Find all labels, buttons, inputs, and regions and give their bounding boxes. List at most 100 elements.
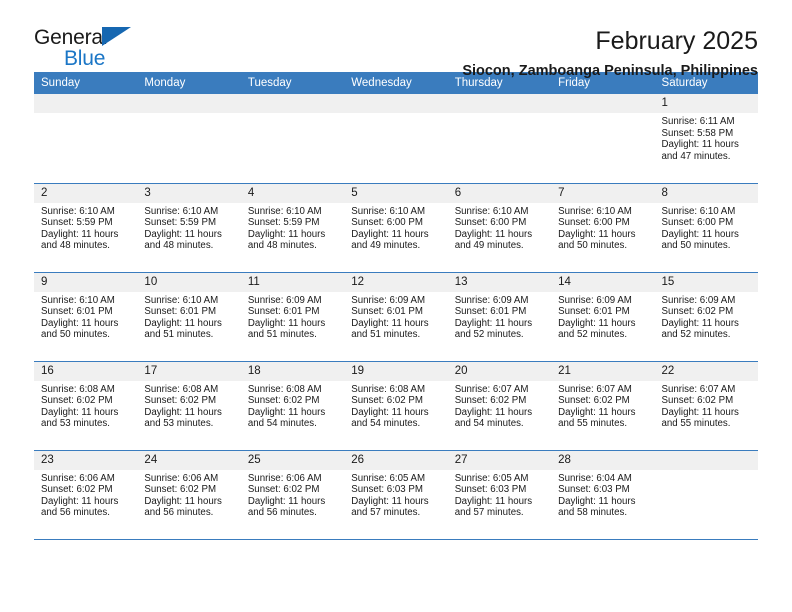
calendar-day-cell[interactable]: 15 Sunrise: 6:09 AM Sunset: 6:02 PM Dayligh… — [654, 272, 758, 362]
calendar-day-cell[interactable] — [551, 94, 655, 184]
day-content: 20 Sunrise: 6:07 AM Sunset: 6:02 PM Dayligh… — [447, 361, 552, 450]
calendar-day-cell[interactable]: 13 Sunrise: 6:09 AM Sunset: 6:01 PM Dayligh… — [447, 272, 552, 362]
day-content: 24 Sunrise: 6:06 AM Sunset: 6:02 PM Dayligh… — [137, 450, 241, 539]
day-content: 4 Sunrise: 6:10 AM Sunset: 5:59 PM Daylight… — [240, 183, 345, 272]
day-number: 20 — [447, 361, 552, 381]
day-number: 17 — [137, 361, 241, 381]
empty-day — [34, 94, 138, 183]
calendar-day-cell[interactable] — [137, 94, 241, 184]
calendar-day-cell[interactable]: 22 Sunrise: 6:07 AM Sunset: 6:02 PM Dayligh… — [654, 361, 758, 451]
day-content: 15 Sunrise: 6:09 AM Sunset: 6:02 PM Dayligh… — [654, 272, 758, 361]
calendar-day-cell[interactable] — [34, 94, 138, 184]
calendar-day-cell[interactable]: 14 Sunrise: 6:09 AM Sunset: 6:01 PM Dayligh… — [551, 272, 655, 362]
sunset-time: Sunset: 6:02 PM — [661, 395, 734, 407]
sunrise-time: Sunrise: 6:09 AM — [351, 294, 426, 306]
calendar-day-cell[interactable]: 5 Sunrise: 6:10 AM Sunset: 6:00 PM Daylight… — [344, 183, 448, 273]
calendar-day-cell[interactable]: 17 Sunrise: 6:08 AM Sunset: 6:02 PM Dayligh… — [137, 361, 241, 451]
sunrise-time: Sunrise: 6:06 AM — [41, 472, 115, 484]
empty-day — [240, 94, 345, 183]
day-content: 26 Sunrise: 6:05 AM Sunset: 6:03 PM Dayligh… — [344, 450, 448, 539]
day-number: 2 — [34, 183, 138, 203]
calendar-day-cell[interactable]: 10 Sunrise: 6:10 AM Sunset: 6:01 PM Dayligh… — [137, 272, 241, 362]
general-blue-logo[interactable]: General Blue — [34, 26, 138, 72]
calendar-day-cell[interactable]: 19 Sunrise: 6:08 AM Sunset: 6:02 PM Dayligh… — [344, 361, 448, 451]
sunset-time: Sunset: 6:00 PM — [351, 217, 423, 229]
daylight-duration-line1: Daylight: 11 hours — [351, 495, 429, 507]
sun-info: Sunrise: 6:07 AM Sunset: 6:02 PM Daylight:… — [655, 381, 758, 430]
daylight-duration-line2: and 48 minutes. — [41, 240, 110, 252]
calendar-day-cell[interactable]: 6 Sunrise: 6:10 AM Sunset: 6:00 PM Daylight… — [447, 183, 552, 273]
sunset-time: Sunset: 6:01 PM — [454, 306, 527, 318]
calendar-day-cell[interactable]: 28 Sunrise: 6:04 AM Sunset: 6:03 PM Dayligh… — [551, 450, 655, 540]
daylight-duration-line1: Daylight: 11 hours — [144, 317, 222, 329]
daylight-duration-line2: and 51 minutes. — [351, 329, 421, 341]
sunrise-time: Sunrise: 6:10 AM — [247, 205, 322, 217]
sunset-time: Sunset: 6:00 PM — [558, 217, 630, 229]
calendar-day-cell[interactable]: 26 Sunrise: 6:05 AM Sunset: 6:03 PM Dayligh… — [344, 450, 448, 540]
day-number: 19 — [344, 361, 448, 381]
calendar-day-cell[interactable]: 7 Sunrise: 6:10 AM Sunset: 6:00 PM Daylight… — [551, 183, 655, 273]
empty-day — [654, 450, 758, 539]
sun-info: Sunrise: 6:05 AM Sunset: 6:03 PM Daylight:… — [448, 470, 551, 519]
calendar-day-cell[interactable]: 11 Sunrise: 6:09 AM Sunset: 6:01 PM Dayligh… — [240, 272, 345, 362]
calendar-page: General Blue February 2025 Siocon, Zambo… — [0, 0, 792, 612]
weekday-header-sunday: Sunday — [34, 72, 138, 94]
calendar-day-cell[interactable]: 21 Sunrise: 6:07 AM Sunset: 6:02 PM Dayligh… — [551, 361, 655, 451]
daylight-duration-line1: Daylight: 11 hours — [41, 406, 119, 418]
sunrise-time: Sunrise: 6:07 AM — [661, 383, 736, 395]
daylight-duration-line2: and 50 minutes. — [558, 240, 628, 252]
calendar-day-cell[interactable] — [240, 94, 345, 184]
day-content: 28 Sunrise: 6:04 AM Sunset: 6:03 PM Dayligh… — [551, 450, 655, 539]
daylight-duration-line2: and 49 minutes. — [454, 240, 524, 252]
sunrise-time: Sunrise: 6:04 AM — [558, 472, 632, 484]
sunset-time: Sunset: 6:02 PM — [247, 395, 320, 407]
sunrise-time: Sunrise: 6:09 AM — [558, 294, 632, 306]
calendar-week-row: 2 Sunrise: 6:10 AM Sunset: 5:59 PM Daylight… — [34, 183, 758, 273]
calendar-day-cell[interactable]: 23 Sunrise: 6:06 AM Sunset: 6:02 PM Dayligh… — [34, 450, 138, 540]
sunset-time: Sunset: 6:02 PM — [247, 484, 320, 496]
daylight-duration-line2: and 53 minutes. — [41, 418, 110, 430]
calendar-day-cell[interactable]: 24 Sunrise: 6:06 AM Sunset: 6:02 PM Dayligh… — [137, 450, 241, 540]
sunrise-time: Sunrise: 6:11 AM — [661, 116, 735, 127]
day-number: 13 — [447, 272, 552, 292]
calendar-day-cell[interactable] — [447, 94, 552, 184]
sun-info: Sunrise: 6:08 AM Sunset: 6:02 PM Daylight:… — [34, 381, 137, 430]
calendar-day-cell[interactable]: 20 Sunrise: 6:07 AM Sunset: 6:02 PM Dayligh… — [447, 361, 552, 451]
day-content: 11 Sunrise: 6:09 AM Sunset: 6:01 PM Dayligh… — [240, 272, 345, 361]
calendar-day-cell[interactable]: 18 Sunrise: 6:08 AM Sunset: 6:02 PM Dayligh… — [240, 361, 345, 451]
day-content: 10 Sunrise: 6:10 AM Sunset: 6:01 PM Dayligh… — [137, 272, 241, 361]
sun-info: Sunrise: 6:04 AM Sunset: 6:03 PM Daylight:… — [551, 470, 654, 519]
page-header: General Blue February 2025 Siocon, Zambo… — [34, 0, 758, 79]
sunset-time: Sunset: 6:01 PM — [247, 306, 320, 318]
sunset-time: Sunset: 5:59 PM — [247, 217, 320, 229]
day-number: 22 — [654, 361, 758, 381]
calendar-day-cell[interactable]: 4 Sunrise: 6:10 AM Sunset: 5:59 PM Daylight… — [240, 183, 345, 273]
sunrise-time: Sunrise: 6:07 AM — [454, 383, 529, 395]
sunrise-time: Sunrise: 6:09 AM — [454, 294, 529, 306]
daylight-duration-line2: and 51 minutes. — [247, 329, 317, 341]
daylight-duration-line2: and 48 minutes. — [144, 240, 214, 252]
calendar-day-cell[interactable]: 3 Sunrise: 6:10 AM Sunset: 5:59 PM Daylight… — [137, 183, 241, 273]
calendar-day-cell[interactable]: 25 Sunrise: 6:06 AM Sunset: 6:02 PM Dayligh… — [240, 450, 345, 540]
day-content: 9 Sunrise: 6:10 AM Sunset: 6:01 PM Daylight… — [34, 272, 138, 361]
day-number: 16 — [34, 361, 138, 381]
day-content: 18 Sunrise: 6:08 AM Sunset: 6:02 PM Dayligh… — [240, 361, 345, 450]
day-number: 6 — [447, 183, 552, 203]
day-number: 8 — [654, 183, 758, 203]
calendar-day-cell[interactable]: 8 Sunrise: 6:10 AM Sunset: 6:00 PM Daylight… — [654, 183, 758, 273]
calendar-day-cell[interactable]: 9 Sunrise: 6:10 AM Sunset: 6:01 PM Daylight… — [34, 272, 138, 362]
sunset-time: Sunset: 6:01 PM — [351, 306, 423, 318]
day-number: 15 — [654, 272, 758, 292]
day-number — [34, 94, 138, 113]
calendar-day-cell[interactable]: 1 Sunrise: 6:11 AM Sunset: 5:58 PM Daylight… — [654, 94, 758, 184]
daylight-duration-line2: and 57 minutes. — [351, 507, 421, 519]
calendar-day-cell[interactable]: 12 Sunrise: 6:09 AM Sunset: 6:01 PM Dayligh… — [344, 272, 448, 362]
calendar-day-cell[interactable]: 27 Sunrise: 6:05 AM Sunset: 6:03 PM Dayligh… — [447, 450, 552, 540]
calendar-day-cell[interactable] — [654, 450, 758, 540]
daylight-duration-line1: Daylight: 11 hours — [247, 317, 326, 329]
calendar-day-cell[interactable] — [344, 94, 448, 184]
calendar-day-cell[interactable]: 16 Sunrise: 6:08 AM Sunset: 6:02 PM Dayligh… — [34, 361, 138, 451]
calendar-day-cell[interactable]: 2 Sunrise: 6:10 AM Sunset: 5:59 PM Daylight… — [34, 183, 138, 273]
day-content: 2 Sunrise: 6:10 AM Sunset: 5:59 PM Daylight… — [34, 183, 138, 272]
daylight-duration-line1: Daylight: 11 hours — [558, 406, 636, 418]
